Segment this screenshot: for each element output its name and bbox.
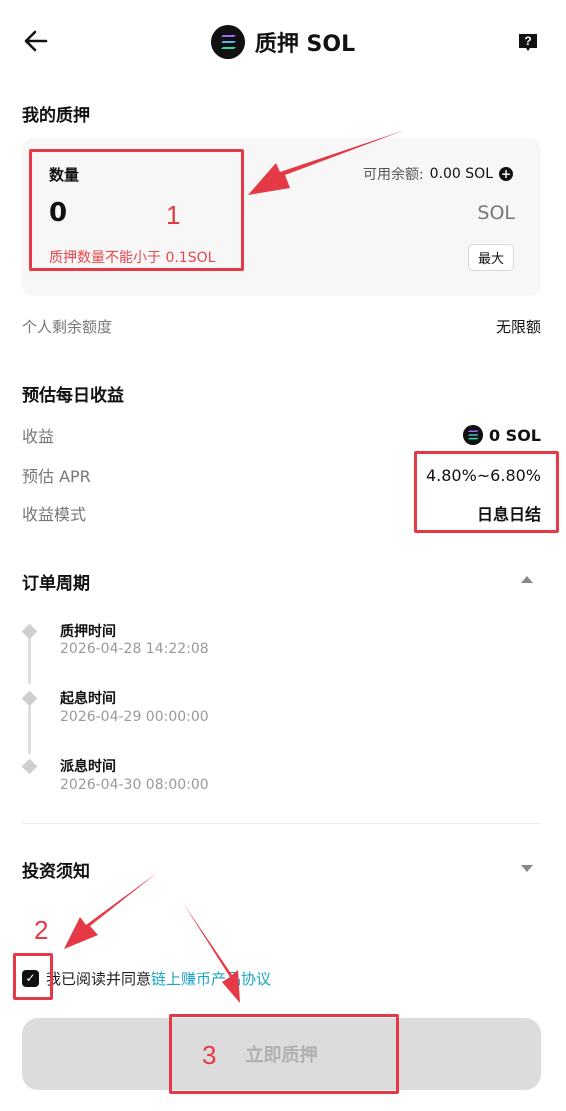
chevron-up-icon[interactable]	[521, 576, 533, 583]
annotation-arrow-2	[64, 872, 158, 949]
chevron-down-icon[interactable]	[521, 865, 533, 872]
annotation-number: 3	[202, 1040, 217, 1070]
annotation-box-quantity	[29, 149, 244, 271]
unit-label: SOL	[477, 202, 515, 224]
timeline-dot	[21, 623, 38, 640]
order-cycle-title: 订单周期	[22, 574, 90, 594]
timeline-label: 派息时间	[60, 759, 116, 775]
svg-text:?: ?	[524, 34, 531, 48]
personal-quota-label: 个人剩余额度	[22, 318, 113, 336]
my-stake-title: 我的质押	[22, 106, 90, 126]
plus-icon[interactable]: +	[499, 167, 513, 181]
annotation-number: 1	[166, 200, 181, 230]
personal-quota-value: 无限额	[495, 318, 541, 336]
agreement-row: ✓ 我已阅读并同意 链上赚币产品协议	[22, 968, 271, 989]
earnings-row: 收益 0 SOL	[22, 423, 541, 447]
available-balance: 可用余额: 0.00 SOL +	[363, 164, 513, 184]
order-timeline: 质押时间 2026-04-28 14:22:08 起息时间 2026-04-29…	[21, 620, 541, 800]
divider	[22, 823, 541, 824]
timeline-dot	[21, 690, 38, 707]
timeline-dot	[21, 758, 38, 775]
question-icon[interactable]: ?	[516, 30, 540, 54]
solana-logo-icon	[210, 25, 245, 59]
agreement-link[interactable]: 链上赚币产品协议	[151, 968, 271, 989]
earnings-mode-label: 收益模式	[22, 505, 87, 524]
available-label: 可用余额:	[362, 167, 424, 183]
earnings-label: 收益	[22, 427, 55, 446]
timeline-label: 起息时间	[60, 691, 116, 707]
investment-notice-title: 投资须知	[22, 862, 90, 882]
personal-quota-row: 个人剩余额度 无限额	[22, 316, 541, 337]
header: 质押 SOL ?	[0, 0, 566, 84]
daily-earnings-title: 预估每日收益	[22, 386, 124, 406]
solana-coin-icon	[462, 425, 483, 445]
timeline-connector	[28, 636, 31, 684]
timeline-time: 2026-04-29 00:00:00	[60, 709, 209, 725]
annotation-box-checkbox	[13, 953, 53, 1000]
timeline-time: 2026-04-28 14:22:08	[60, 641, 209, 657]
annotation-number: 2	[34, 915, 49, 945]
timeline-label: 质押时间	[60, 624, 116, 640]
apr-label: 预估 APR	[22, 467, 91, 486]
earnings-value-group: 0 SOL	[462, 425, 541, 445]
agreement-text: 我已阅读并同意	[46, 970, 152, 988]
timeline-connector	[28, 706, 31, 754]
earnings-value: 0 SOL	[488, 425, 541, 445]
annotation-box-apr	[414, 451, 559, 533]
page-title: 质押 SOL	[254, 32, 356, 57]
timeline-time: 2026-04-30 08:00:00	[60, 777, 209, 793]
available-value: 0.00 SOL	[429, 166, 493, 182]
title-group: 质押 SOL	[0, 0, 566, 84]
max-button[interactable]: 最大	[468, 244, 514, 271]
